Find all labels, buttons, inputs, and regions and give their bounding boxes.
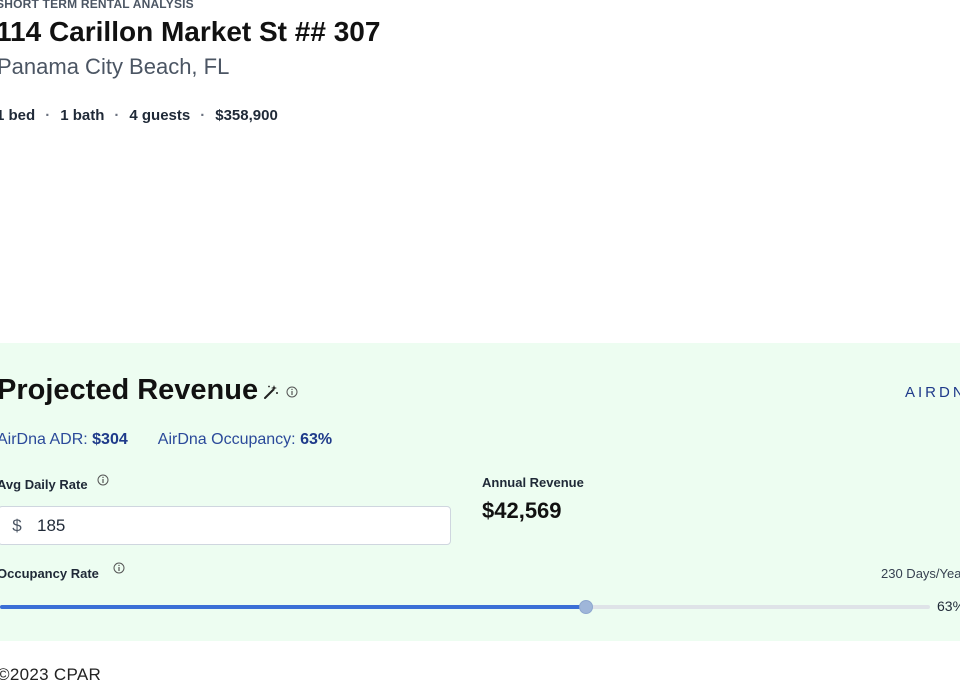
info-circle-icon[interactable] bbox=[113, 562, 125, 574]
occupancy-rate-label: Occupancy Rate bbox=[0, 566, 99, 581]
annual-revenue-label: Annual Revenue bbox=[482, 475, 584, 490]
fact-separator: · bbox=[200, 107, 206, 124]
airdna-logo: AIRDNA bbox=[905, 384, 960, 401]
avg-daily-rate-field[interactable]: $ bbox=[0, 506, 451, 545]
airdna-metrics: AirDna ADR: $304 AirDna Occupancy: 63% bbox=[0, 431, 332, 449]
avg-daily-rate-label: Avg Daily Rate bbox=[0, 477, 88, 492]
list-price: $358,900 bbox=[215, 107, 278, 124]
property-address: 114 Carillon Market St ## 307 bbox=[0, 16, 381, 47]
avg-daily-rate-input[interactable] bbox=[35, 515, 415, 536]
copyright-notice: ©2023 CPAR bbox=[0, 665, 102, 683]
occupancy-metric-value: 63% bbox=[300, 431, 333, 448]
info-circle-icon[interactable] bbox=[97, 474, 109, 486]
property-facts: 1 bed · 1 bath · 4 guests · $358,900 bbox=[0, 107, 278, 124]
occupancy-slider[interactable] bbox=[0, 600, 930, 614]
guests-count: 4 guests bbox=[129, 107, 191, 124]
magic-wand-icon[interactable] bbox=[263, 384, 279, 400]
section-eyebrow: SHORT TERM RENTAL ANALYSIS bbox=[0, 0, 194, 11]
currency-symbol: $ bbox=[12, 515, 22, 535]
adr-label: AirDna ADR: bbox=[0, 431, 88, 448]
occupancy-slider-handle[interactable] bbox=[578, 600, 593, 614]
property-city: Panama City Beach, FL bbox=[0, 54, 230, 79]
fact-separator: · bbox=[114, 107, 120, 124]
occupancy-days: 230 Days/Year bbox=[881, 566, 960, 581]
occupancy-metric-label: AirDna Occupancy: bbox=[157, 431, 296, 448]
projected-revenue-title: Projected Revenue bbox=[0, 374, 259, 406]
rental-analysis-page: SHORT TERM RENTAL ANALYSIS 114 Carillon … bbox=[0, 0, 960, 683]
annual-revenue-value: $42,569 bbox=[482, 498, 562, 523]
occupancy-percent: 63% bbox=[937, 598, 960, 614]
beds-count: 1 bed bbox=[0, 107, 36, 124]
occupancy-slider-fill bbox=[0, 605, 586, 609]
info-circle-icon[interactable] bbox=[286, 386, 298, 398]
fact-separator: · bbox=[45, 107, 51, 124]
adr-value: $304 bbox=[92, 431, 128, 448]
baths-count: 1 bath bbox=[60, 107, 105, 124]
